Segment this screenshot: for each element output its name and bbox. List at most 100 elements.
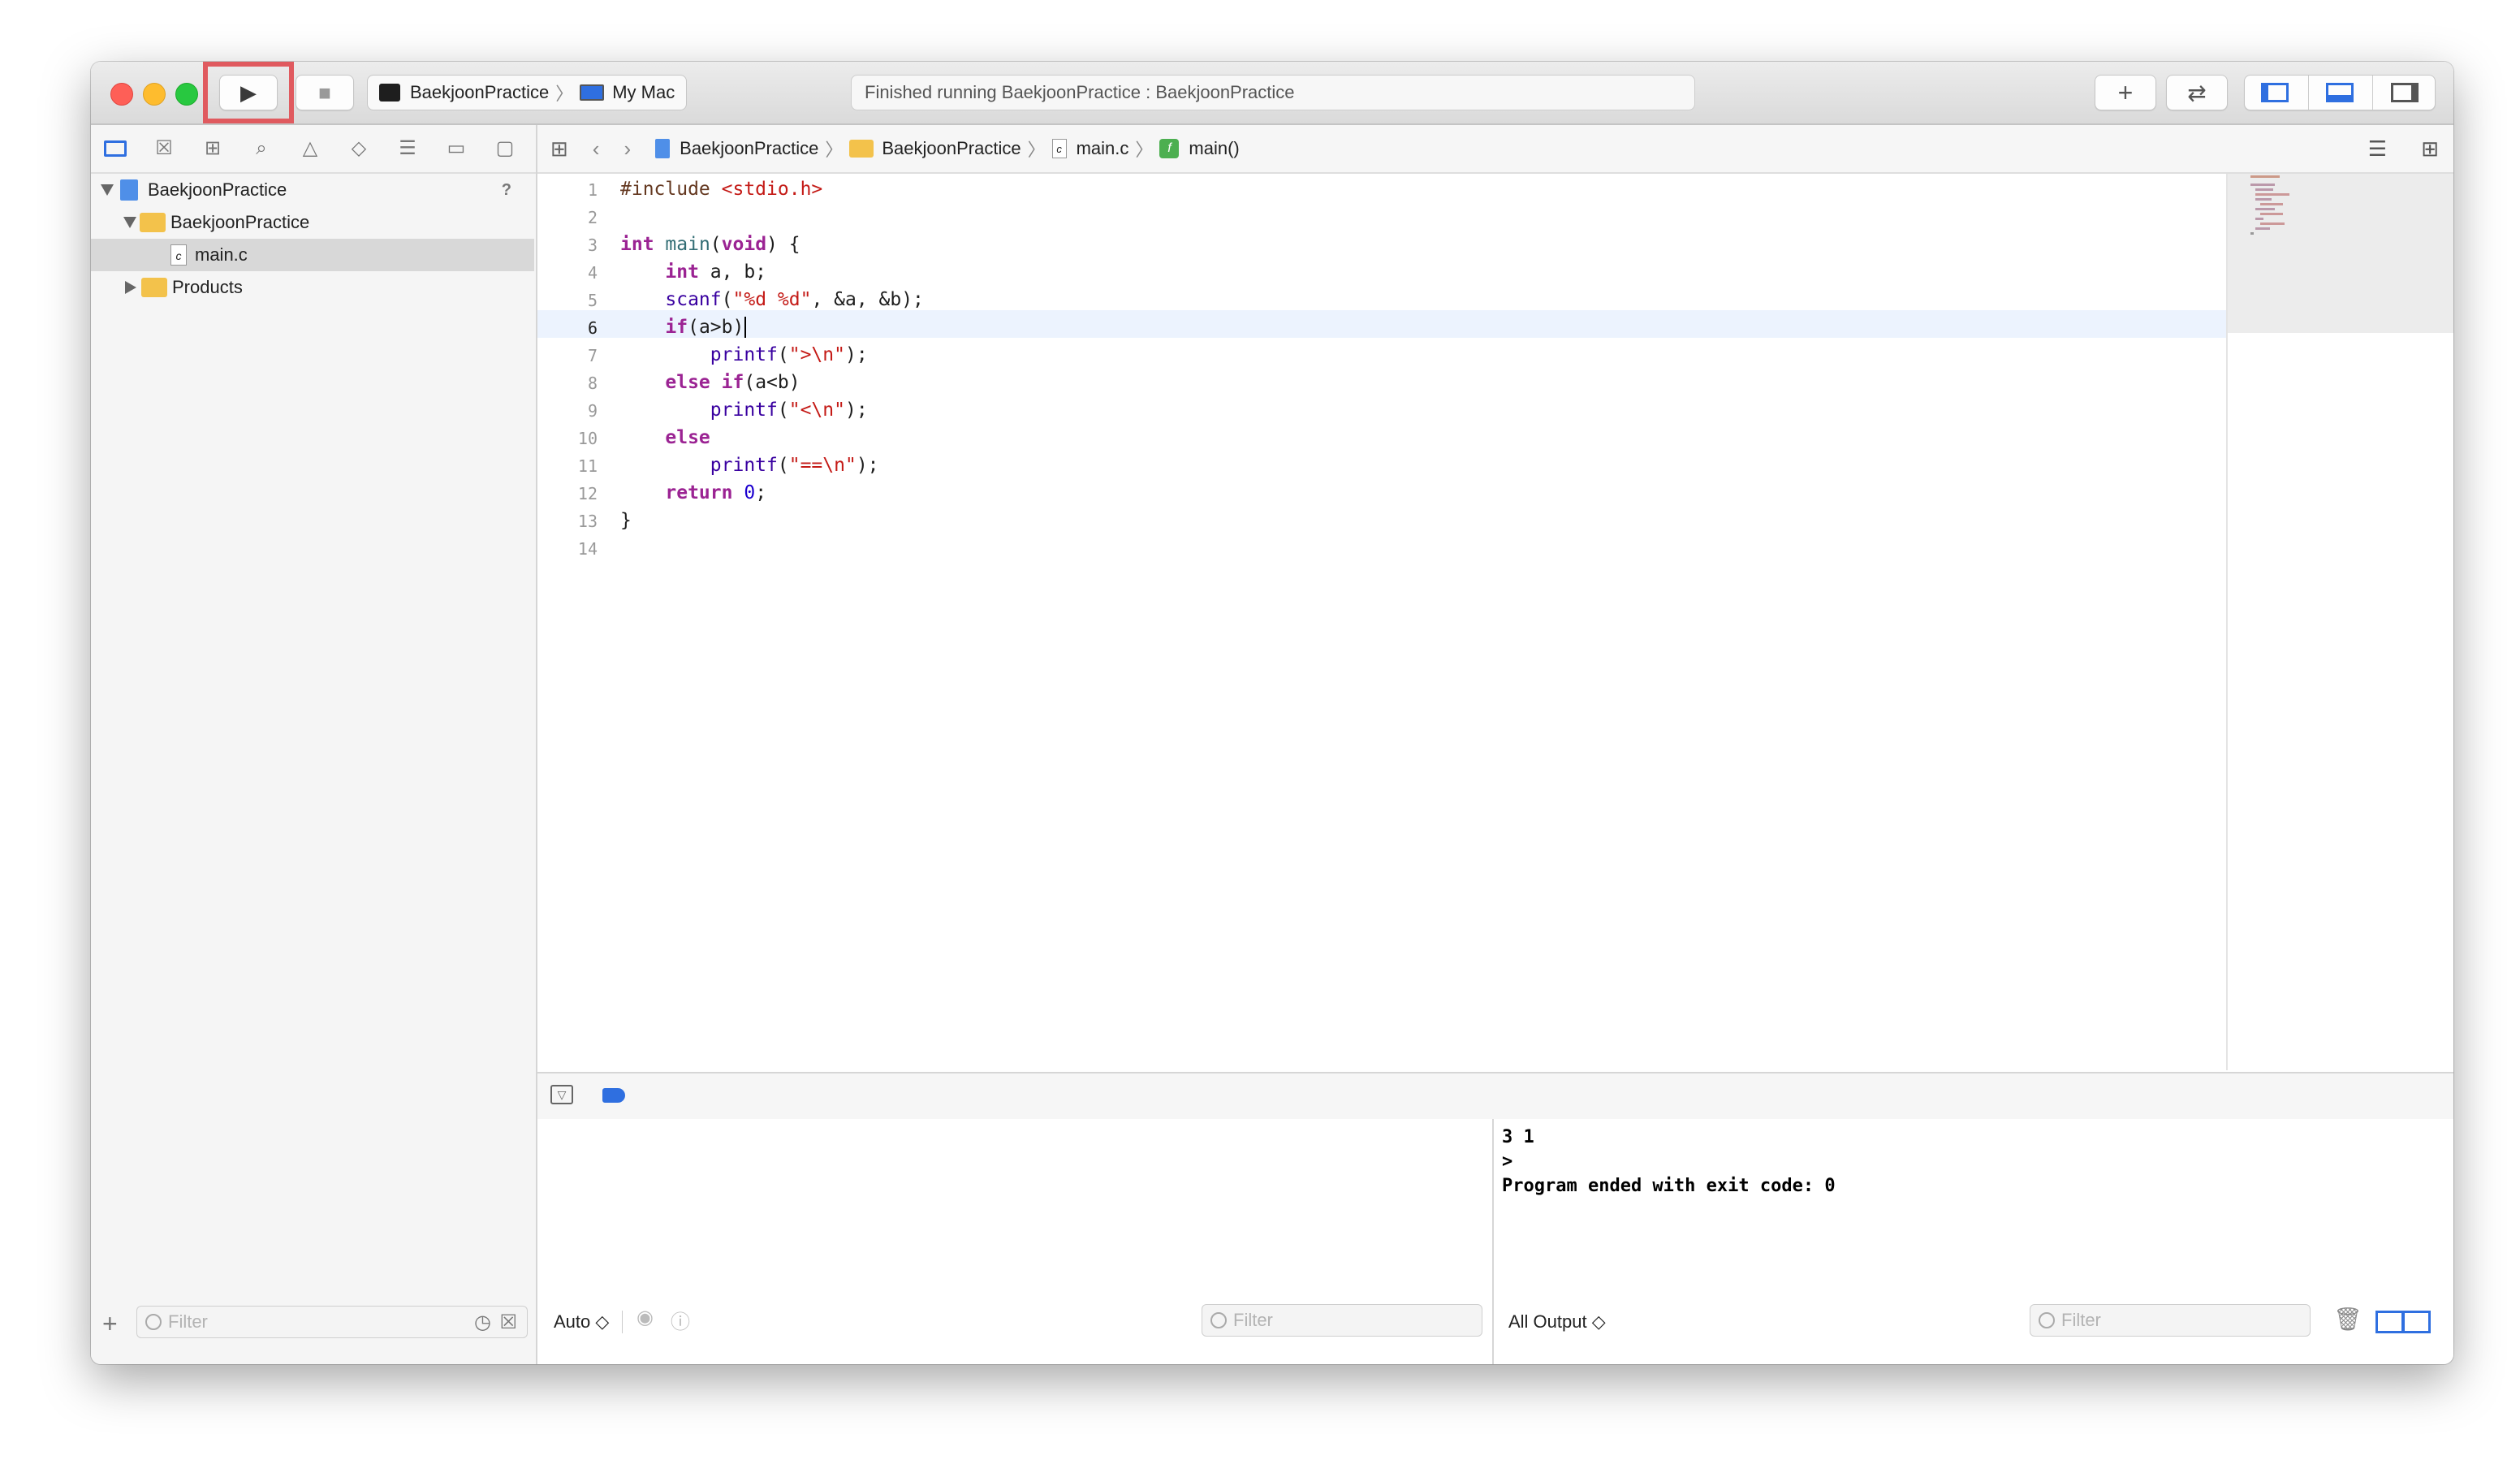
line-number-current: 6 <box>587 318 598 338</box>
filter-placeholder: Filter <box>168 1311 208 1332</box>
code-token: scanf <box>665 289 722 310</box>
info-icon[interactable]: ⓘ <box>671 1306 690 1334</box>
filter-icon <box>2039 1312 2055 1328</box>
function-icon: f <box>1159 139 1180 158</box>
disclosure-triangle-icon[interactable] <box>101 184 114 196</box>
breakpoint-icon[interactable]: ▭ <box>443 136 469 161</box>
forward-icon[interactable]: › <box>624 136 631 162</box>
inspector-toggle-icon[interactable] <box>2391 83 2419 102</box>
code-line: if(a>b) <box>620 317 747 338</box>
console-scope-selector[interactable]: All Output ◇ <box>1508 1299 1606 1345</box>
code-token: 0 <box>744 482 756 503</box>
disclosure-triangle-icon[interactable] <box>123 217 136 228</box>
variables-filter[interactable]: Filter <box>1202 1304 1482 1337</box>
tree-item-products[interactable]: Products <box>91 271 534 304</box>
code-token: ">\n" <box>788 344 845 365</box>
console-filter[interactable]: Filter <box>2030 1304 2311 1337</box>
run-button[interactable]: ▶ <box>219 75 278 110</box>
code-token: void <box>721 234 767 255</box>
code-token: "==\n" <box>788 455 857 476</box>
grid-icon[interactable]: ⊞ <box>550 136 568 162</box>
code-line: int a, b; <box>665 261 767 283</box>
code-review-button[interactable]: ⇄ <box>2166 75 2228 110</box>
report-icon[interactable]: ▢ <box>492 136 518 161</box>
breakpoints-toggle-icon[interactable] <box>602 1088 625 1103</box>
chevron-right-icon: 〉 <box>1135 140 1154 160</box>
line-number: 9 <box>587 401 598 421</box>
line-number: 11 <box>577 456 598 476</box>
line-number: 13 <box>577 512 598 531</box>
scm-filter-icon[interactable]: ☒ <box>499 1311 517 1334</box>
line-number: 4 <box>587 263 598 283</box>
hide-debug-area-icon[interactable]: ▽ <box>550 1085 573 1104</box>
breadcrumb-project[interactable]: BaekjoonPractice <box>680 138 818 159</box>
folder-icon <box>141 278 167 297</box>
navigator-filter[interactable]: Filter ◷ ☒ <box>136 1306 528 1338</box>
project-navigator: ☒ ⊞ ⌕ △ ◇ ☰ ▭ ▢ BaekjoonPractice ? Baekj… <box>91 125 537 1364</box>
line-number: 2 <box>587 208 598 227</box>
code-line: #include <stdio.h> <box>620 179 822 200</box>
stop-button[interactable]: ■ <box>296 75 354 110</box>
code-token: printf <box>710 344 778 365</box>
code-line: scanf("%d %d", &a, &b); <box>665 289 924 310</box>
code-token: else <box>665 372 710 393</box>
code-token: int <box>620 234 654 255</box>
disclosure-triangle-icon[interactable] <box>125 281 136 294</box>
c-file-icon: c <box>1051 139 1067 158</box>
c-file-icon: c <box>170 244 187 266</box>
folder-navigator-icon[interactable] <box>102 136 128 161</box>
zoom-button[interactable] <box>175 83 198 106</box>
add-file-button[interactable]: + <box>102 1309 118 1339</box>
search-icon[interactable]: ⌕ <box>248 136 274 161</box>
minimize-button[interactable] <box>143 83 166 106</box>
editor-options-icon[interactable]: ☰ <box>2368 136 2387 162</box>
breadcrumb-symbol[interactable]: main() <box>1189 138 1239 159</box>
add-editor-icon[interactable]: ⊞ <box>2421 136 2439 162</box>
panel-toggle-group <box>2244 75 2436 110</box>
filter-placeholder: Filter <box>2061 1310 2101 1330</box>
warning-icon[interactable]: △ <box>297 136 323 161</box>
symbol-navigator-icon[interactable]: ⊞ <box>200 136 226 161</box>
back-icon[interactable]: ‹ <box>593 136 600 162</box>
source-editor[interactable]: 1 2 3 4 5 6 7 8 9 10 11 12 13 14 #includ… <box>537 174 2226 1070</box>
text-cursor <box>744 317 747 338</box>
tree-item-project[interactable]: BaekjoonPractice ? <box>91 174 534 206</box>
debug-navigator-icon[interactable]: ☰ <box>395 136 421 161</box>
code-line: return 0; <box>665 482 767 503</box>
breadcrumb-group[interactable]: BaekjoonPractice <box>882 138 1021 159</box>
test-icon[interactable]: ◇ <box>346 136 372 161</box>
line-number: 3 <box>587 235 598 255</box>
stop-icon: ■ <box>318 80 331 105</box>
tree-item-group[interactable]: BaekjoonPractice <box>91 206 534 239</box>
minimap[interactable] <box>2226 174 2453 1070</box>
scheme-selector[interactable]: BaekjoonPractice 〉 My Mac <box>367 75 688 110</box>
code-token: int <box>665 261 699 283</box>
library-button[interactable]: + <box>2095 75 2156 110</box>
eye-icon[interactable]: ◉ <box>636 1306 654 1329</box>
line-number: 1 <box>587 180 598 200</box>
line-number: 14 <box>577 539 598 559</box>
activity-viewer: Finished running BaekjoonPractice : Baek… <box>851 75 1695 110</box>
clock-icon[interactable]: ◷ <box>474 1311 491 1334</box>
chevron-right-icon: 〉 <box>825 140 844 160</box>
navigator-toggle-icon[interactable] <box>2261 83 2289 102</box>
code-token: "<\n" <box>788 400 845 421</box>
console-view[interactable]: 3 1 > Program ended with exit code: 0 Al… <box>1494 1119 2453 1364</box>
close-button[interactable] <box>110 83 133 106</box>
split-console-toggle-icon[interactable] <box>2375 1311 2431 1333</box>
variables-scope-selector[interactable]: Auto ◇ <box>554 1299 609 1345</box>
code-token: if <box>665 317 688 338</box>
line-number: 10 <box>577 429 598 448</box>
trash-icon[interactable]: 🗑 <box>2333 1306 2362 1333</box>
laptop-icon <box>580 84 605 101</box>
source-control-icon[interactable]: ☒ <box>151 136 177 161</box>
code-line: else if(a<b) <box>665 372 800 393</box>
debug-area-toggle-icon[interactable] <box>2326 83 2354 102</box>
code-token: "%d %d" <box>732 289 812 310</box>
code-line: printf(">\n"); <box>710 344 868 365</box>
code-token: if <box>721 372 744 393</box>
tree-item-file-selected[interactable]: c main.c <box>91 239 534 271</box>
breadcrumb-file[interactable]: main.c <box>1077 138 1129 159</box>
folder-icon <box>849 140 874 158</box>
line-number: 5 <box>587 291 598 310</box>
